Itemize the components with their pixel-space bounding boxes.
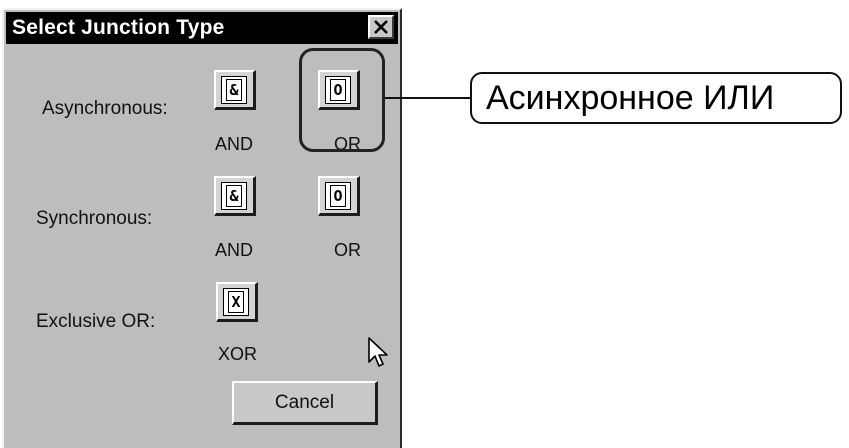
highlight-frame [299,48,385,152]
sync-and-caption: AND [215,240,254,260]
async-and-button[interactable]: & [214,70,256,110]
close-icon [374,20,388,34]
async-and-symbol: & [226,79,242,101]
arrow-cursor-icon [368,337,388,367]
sync-and-icon: & [221,182,247,210]
dialog-title: Select Junction Type [12,16,225,39]
xor-caption: XOR [218,344,258,364]
close-button[interactable] [368,15,394,39]
titlebar: Select Junction Type [6,12,398,44]
exclusive-or-label: Exclusive OR: [36,311,156,332]
xor-icon: X [223,288,249,316]
sync-and-symbol: & [226,185,242,207]
xor-button[interactable]: X [216,282,258,322]
async-and-caption: AND [215,134,254,154]
callout-label: Асинхронное ИЛИ [470,72,842,124]
async-and-icon: & [221,76,247,104]
cancel-button[interactable]: Cancel [232,381,378,425]
xor-symbol: X [228,291,244,313]
synchronous-label: Synchronous: [36,208,153,229]
sync-or-button[interactable]: O [318,176,360,216]
sync-and-button[interactable]: & [214,176,256,216]
asynchronous-label: Asynchronous: [42,98,168,119]
callout-connector-line [385,97,473,99]
sync-or-icon: O [325,182,351,210]
sync-or-symbol: O [330,185,346,207]
sync-or-caption: OR [334,240,361,260]
